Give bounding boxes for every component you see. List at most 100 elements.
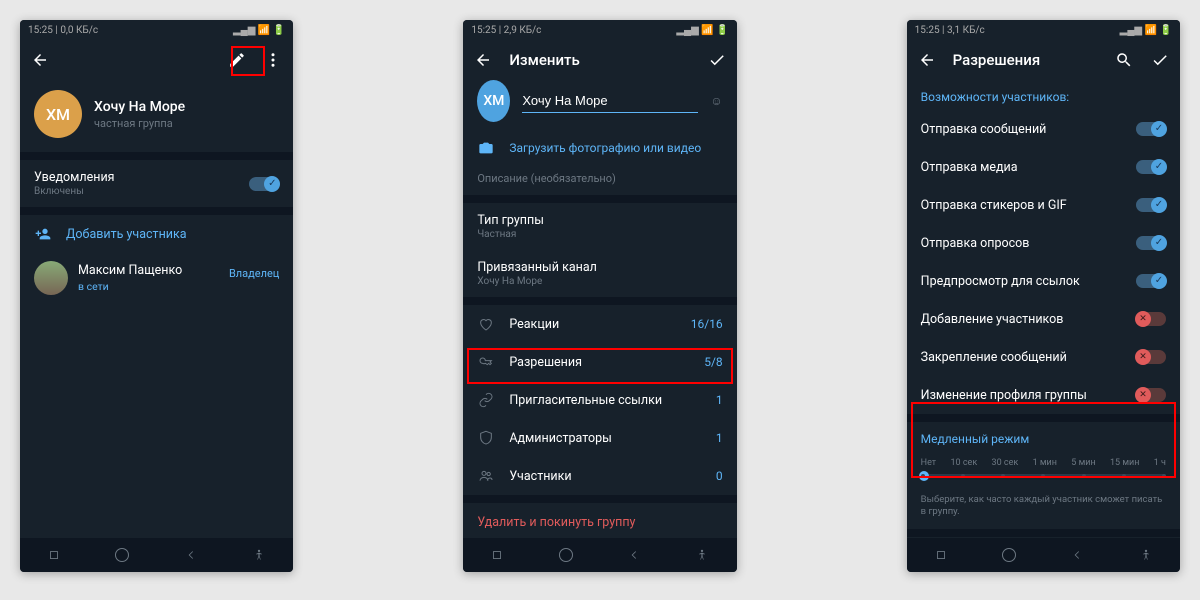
linked-channel-label: Привязанный канал — [477, 260, 722, 275]
group-type-value: Частная — [477, 229, 722, 240]
confirm-icon[interactable] — [1150, 50, 1170, 70]
add-member-row[interactable]: Добавить участника — [20, 215, 293, 253]
member-name: Максим Пащенко — [78, 263, 182, 278]
people-icon — [477, 468, 495, 484]
avatar[interactable]: ХМ — [34, 90, 82, 138]
nav-home[interactable] — [107, 540, 137, 570]
members-row[interactable]: Участники 0 — [463, 457, 736, 495]
group-type-row[interactable]: Тип группы Частная — [463, 203, 736, 250]
key-icon — [477, 354, 495, 370]
permissions-row[interactable]: Разрешения 5/8 — [463, 343, 736, 381]
confirm-icon[interactable] — [707, 50, 727, 70]
phone-2-edit-group: 15:25 | 2,9 КБ/с ▂▄▆ 📶 🔋 Изменить ХМ ☺ З… — [463, 20, 736, 572]
invite-links-value: 1 — [716, 393, 723, 407]
perm-toggle[interactable] — [1136, 236, 1166, 250]
back-icon[interactable] — [30, 50, 50, 70]
perm-label: Отправка медиа — [921, 160, 1122, 175]
nav-back[interactable] — [1062, 540, 1092, 570]
back-icon[interactable] — [473, 50, 493, 70]
reactions-row[interactable]: Реакции 16/16 — [463, 305, 736, 343]
group-title-block: Хочу На Море частная группа — [94, 99, 185, 130]
avatar[interactable]: ХМ — [477, 80, 510, 122]
delete-group-row[interactable]: Удалить и покинуть группу — [463, 503, 736, 538]
phone-1-group-info: 15:25 | 0,0 КБ/с ▂▄▆ 📶 🔋 ХМ Хочу На Море… — [20, 20, 293, 572]
member-role: Владелец — [229, 267, 279, 280]
permissions-value: 5/8 — [704, 355, 722, 369]
perm-label: Предпросмотр для ссылок — [921, 274, 1122, 289]
members-label: Участники — [509, 469, 702, 484]
invite-links-row[interactable]: Пригласительные ссылки 1 — [463, 381, 736, 419]
appbar-title: Разрешения — [953, 51, 1098, 69]
notifications-label: Уведомления — [34, 170, 235, 185]
description-input[interactable]: Описание (необязательно) — [463, 166, 736, 195]
perm-toggle[interactable] — [1136, 198, 1166, 212]
notifications-row[interactable]: Уведомления Включены — [20, 160, 293, 207]
perm-toggle[interactable] — [1136, 274, 1166, 288]
members-value: 0 — [716, 469, 723, 483]
android-navbar — [463, 538, 736, 572]
add-user-icon — [34, 226, 52, 242]
link-icon — [477, 392, 495, 408]
slow-option: 1 мин — [1033, 458, 1057, 468]
nav-recent[interactable] — [39, 540, 69, 570]
nav-accessibility[interactable] — [1131, 540, 1161, 570]
nav-recent[interactable] — [926, 540, 956, 570]
admins-row[interactable]: Администраторы 1 — [463, 419, 736, 457]
nav-accessibility[interactable] — [687, 540, 717, 570]
slow-option: 15 мин — [1110, 458, 1139, 468]
perm-toggle[interactable] — [1136, 122, 1166, 136]
nav-recent[interactable] — [482, 540, 512, 570]
phone-3-permissions: 15:25 | 3,1 КБ/с ▂▄▆ 📶 🔋 Разрешения Возм… — [907, 20, 1180, 572]
nav-back[interactable] — [619, 540, 649, 570]
perm-row-3[interactable]: Отправка опросов — [907, 224, 1180, 262]
perm-row-2[interactable]: Отправка стикеров и GIF — [907, 186, 1180, 224]
nav-home[interactable] — [994, 540, 1024, 570]
perm-row-5[interactable]: Добавление участников — [907, 300, 1180, 338]
perm-toggle[interactable] — [1136, 388, 1166, 402]
back-icon[interactable] — [917, 50, 937, 70]
status-icons: ▂▄▆ 📶 🔋 — [233, 25, 285, 36]
perm-toggle[interactable] — [1136, 350, 1166, 364]
slow-option: 10 сек — [950, 458, 977, 468]
perm-label: Закрепление сообщений — [921, 350, 1122, 365]
perm-toggle[interactable] — [1136, 160, 1166, 174]
status-speed: 3,1 КБ/с — [947, 25, 985, 36]
nav-home[interactable] — [551, 540, 581, 570]
notifications-state: Включены — [34, 186, 235, 197]
appbar-title: Изменить — [509, 51, 690, 69]
perm-row-1[interactable]: Отправка медиа — [907, 148, 1180, 186]
nav-back[interactable] — [176, 540, 206, 570]
appbar — [20, 40, 293, 80]
linked-channel-value: Хочу На Море — [477, 276, 722, 287]
member-status: в сети — [78, 280, 182, 293]
android-navbar — [20, 538, 293, 572]
member-row[interactable]: Максим Пащенко в сети Владелец — [20, 253, 293, 303]
group-name-input[interactable] — [522, 89, 698, 113]
admins-label: Администраторы — [509, 431, 702, 446]
perm-row-0[interactable]: Отправка сообщений — [907, 110, 1180, 148]
perm-row-6[interactable]: Закрепление сообщений — [907, 338, 1180, 376]
perm-row-4[interactable]: Предпросмотр для ссылок — [907, 262, 1180, 300]
emoji-icon[interactable]: ☺ — [710, 94, 722, 108]
upload-photo-row[interactable]: Загрузить фотографию или видео — [463, 130, 736, 166]
edit-icon[interactable] — [227, 50, 247, 70]
search-icon[interactable] — [1114, 50, 1134, 70]
more-icon[interactable] — [263, 50, 283, 70]
status-time: 15:25 — [915, 25, 940, 36]
status-time: 15:25 — [28, 25, 53, 36]
status-speed: 2,9 КБ/с — [504, 25, 542, 36]
perm-label: Изменение профиля группы — [921, 388, 1122, 403]
perm-toggle[interactable] — [1136, 312, 1166, 326]
status-icons: ▂▄▆ 📶 🔋 — [676, 25, 728, 36]
slow-option: 5 мин — [1071, 458, 1095, 468]
slow-mode-slider[interactable]: Нет10 сек30 сек1 мин5 мин15 мин1 ч — [907, 452, 1180, 488]
statusbar: 15:25 | 3,1 КБ/с ▂▄▆ 📶 🔋 — [907, 20, 1180, 40]
invite-links-label: Пригласительные ссылки — [509, 393, 702, 408]
notifications-toggle[interactable] — [249, 177, 279, 191]
group-type: частная группа — [94, 117, 185, 130]
reactions-label: Реакции — [509, 317, 676, 332]
reactions-value: 16/16 — [691, 317, 723, 331]
perm-row-7[interactable]: Изменение профиля группы — [907, 376, 1180, 414]
nav-accessibility[interactable] — [244, 540, 274, 570]
linked-channel-row[interactable]: Привязанный канал Хочу На Море — [463, 250, 736, 297]
